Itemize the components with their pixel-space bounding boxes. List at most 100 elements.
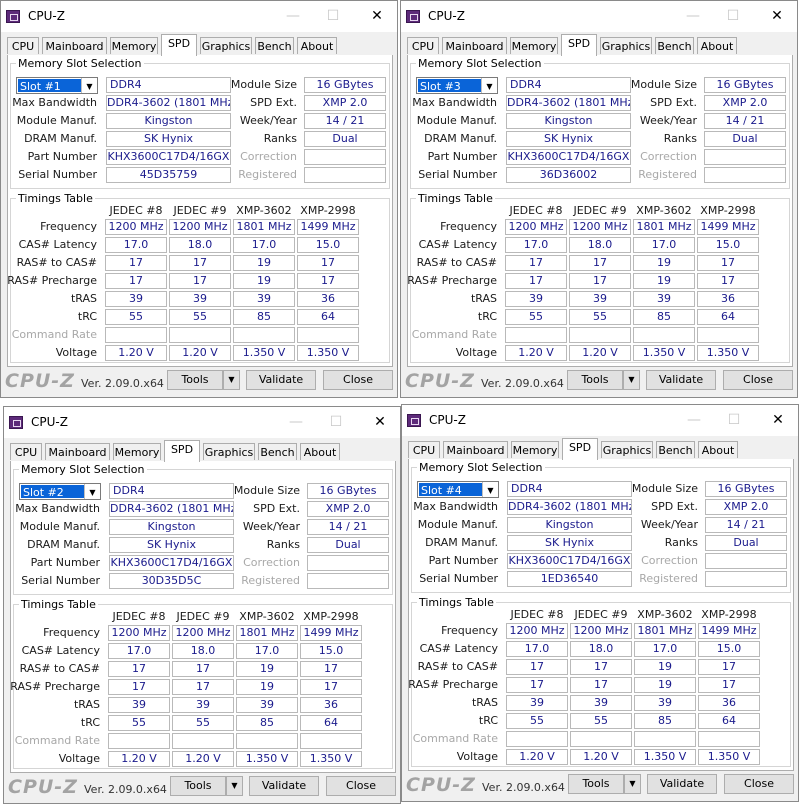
timing-value: 1200 MHz — [105, 219, 167, 235]
close-icon[interactable]: ✕ — [366, 411, 394, 433]
tab-bench[interactable]: Bench — [656, 441, 695, 458]
timing-value: 1.20 V — [569, 345, 631, 361]
tab-cpu[interactable]: CPU — [408, 441, 440, 458]
timing-value: 17 — [505, 273, 567, 289]
tab-bench[interactable]: Bench — [255, 37, 294, 54]
validate-button[interactable]: Validate — [249, 776, 319, 796]
slot-select[interactable]: Slot #3 ▼ — [416, 77, 498, 94]
chevron-down-icon[interactable]: ▼ — [81, 78, 97, 93]
module-size-value: 16 GBytes — [304, 77, 386, 93]
tab-bench[interactable]: Bench — [258, 443, 297, 460]
timing-value: 17 — [506, 659, 568, 675]
timing-value: 39 — [169, 291, 231, 307]
timing-value: 55 — [505, 309, 567, 325]
tab-mainboard[interactable]: Mainboard — [45, 443, 110, 460]
timing-row-label: RAS# Precharge — [407, 274, 497, 287]
chevron-down-icon[interactable]: ▼ — [482, 482, 498, 497]
tab-about[interactable]: About — [697, 37, 737, 54]
tab-graphics[interactable]: Graphics — [600, 37, 652, 54]
timing-value — [172, 733, 234, 749]
cpu-z-app-icon — [9, 416, 23, 429]
tab-spd[interactable]: SPD — [562, 438, 598, 460]
bottom-bar: CPU-Z Ver. 2.09.0.x64 Tools ▼ Validate Close — [1, 365, 397, 397]
tab-about[interactable]: About — [698, 441, 738, 458]
tab-about[interactable]: About — [297, 37, 337, 54]
close-icon[interactable]: ✕ — [764, 409, 792, 431]
tab-spd[interactable]: SPD — [164, 440, 200, 462]
window-title: CPU-Z — [28, 9, 65, 23]
tools-dropdown-icon[interactable]: ▼ — [226, 776, 243, 796]
tools-button[interactable]: Tools — [170, 776, 226, 796]
tab-spd[interactable]: SPD — [561, 34, 597, 56]
timing-row-label: Command Rate — [411, 328, 497, 341]
tools-button[interactable]: Tools — [567, 370, 623, 390]
minimize-icon[interactable]: — — [279, 5, 307, 27]
tab-mainboard[interactable]: Mainboard — [442, 37, 507, 54]
registered-label: Registered — [241, 574, 300, 587]
tab-about[interactable]: About — [300, 443, 340, 460]
tab-memory[interactable]: Memory — [510, 37, 558, 54]
tab-memory[interactable]: Memory — [113, 443, 161, 460]
title-bar[interactable]: CPU-Z — ☐ ✕ — [4, 407, 400, 438]
timing-row-label: Voltage — [455, 346, 497, 359]
spd-ext-label: SPD Ext. — [250, 96, 297, 109]
part-number-label: Part Number — [30, 556, 100, 569]
close-button[interactable]: Close — [323, 370, 393, 390]
slot-select[interactable]: Slot #1 ▼ — [16, 77, 98, 94]
maximize-icon[interactable]: ☐ — [720, 409, 748, 431]
tools-dropdown-icon[interactable]: ▼ — [624, 774, 641, 794]
tab-memory[interactable]: Memory — [511, 441, 559, 458]
tools-button[interactable]: Tools — [568, 774, 624, 794]
title-bar[interactable]: CPU-Z — ☐ ✕ — [402, 405, 798, 436]
close-icon[interactable]: ✕ — [763, 5, 791, 27]
module-size-value: 16 GBytes — [704, 77, 786, 93]
tab-cpu[interactable]: CPU — [10, 443, 42, 460]
tab-graphics[interactable]: Graphics — [601, 441, 653, 458]
minimize-icon[interactable]: — — [680, 409, 708, 431]
timing-value: 1.20 V — [169, 345, 231, 361]
timing-value: 17 — [169, 255, 231, 271]
tools-button[interactable]: Tools — [167, 370, 223, 390]
maximize-icon[interactable]: ☐ — [319, 5, 347, 27]
tools-dropdown-icon[interactable]: ▼ — [623, 370, 640, 390]
slot-select[interactable]: Slot #4 ▼ — [417, 481, 499, 498]
timing-row-label: Command Rate — [412, 732, 498, 745]
chevron-down-icon[interactable]: ▼ — [84, 484, 100, 499]
timing-value: 85 — [633, 309, 695, 325]
tab-cpu[interactable]: CPU — [7, 37, 39, 54]
maximize-icon[interactable]: ☐ — [322, 411, 350, 433]
chevron-down-icon[interactable]: ▼ — [481, 78, 497, 93]
tab-mainboard[interactable]: Mainboard — [42, 37, 107, 54]
module-size-label: Module Size — [630, 78, 697, 91]
tab-cpu[interactable]: CPU — [407, 37, 439, 54]
timing-row-label: Voltage — [55, 346, 97, 359]
validate-button[interactable]: Validate — [246, 370, 316, 390]
tools-dropdown-icon[interactable]: ▼ — [223, 370, 240, 390]
title-bar[interactable]: CPU-Z — ☐ ✕ — [401, 1, 797, 32]
validate-button[interactable]: Validate — [646, 370, 716, 390]
close-icon[interactable]: ✕ — [363, 5, 391, 27]
tab-memory[interactable]: Memory — [110, 37, 158, 54]
close-button[interactable]: Close — [723, 370, 793, 390]
validate-button[interactable]: Validate — [647, 774, 717, 794]
bottom-bar: CPU-Z Ver. 2.09.0.x64 Tools ▼ Validate Close — [4, 771, 400, 803]
timing-value: 36 — [698, 695, 760, 711]
tab-graphics[interactable]: Graphics — [203, 443, 255, 460]
max-bandwidth-label: Max Bandwidth — [412, 96, 497, 109]
part-number-value: KHX3600C17D4/16GX — [506, 149, 631, 165]
timing-value — [506, 731, 568, 747]
tab-spd[interactable]: SPD — [161, 34, 197, 56]
maximize-icon[interactable]: ☐ — [719, 5, 747, 27]
close-button[interactable]: Close — [326, 776, 396, 796]
slot-select[interactable]: Slot #2 ▼ — [19, 483, 101, 500]
timing-value — [297, 327, 359, 343]
title-bar[interactable]: CPU-Z — ☐ ✕ — [1, 1, 397, 32]
timing-value — [569, 327, 631, 343]
tab-bench[interactable]: Bench — [655, 37, 694, 54]
close-button[interactable]: Close — [724, 774, 794, 794]
tab-mainboard[interactable]: Mainboard — [443, 441, 508, 458]
minimize-icon[interactable]: — — [679, 5, 707, 27]
tab-graphics[interactable]: Graphics — [200, 37, 252, 54]
minimize-icon[interactable]: — — [282, 411, 310, 433]
week-year-value: 14 / 21 — [704, 113, 786, 129]
